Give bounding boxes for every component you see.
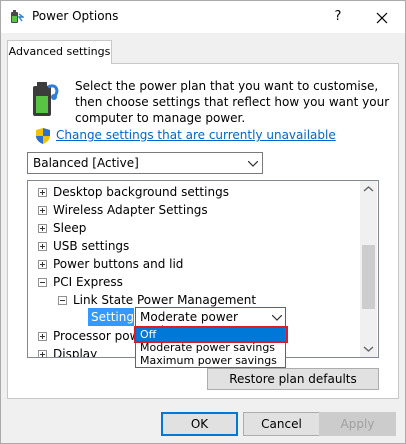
expand-icon[interactable] (38, 260, 47, 269)
change-settings-link[interactable]: Change settings that are currently unava… (56, 128, 336, 142)
battery-plan-icon (33, 82, 59, 116)
chevron-down-icon (248, 161, 258, 167)
tree-item-sleep[interactable]: Sleep (36, 219, 356, 237)
expand-icon[interactable] (38, 350, 47, 357)
expand-icon[interactable] (38, 188, 47, 197)
cancel-button[interactable]: Cancel (243, 412, 320, 436)
power-options-icon (11, 10, 24, 23)
power-plan-select[interactable]: Balanced [Active] (27, 152, 263, 174)
tree-item-pci-express[interactable]: PCI Express (36, 273, 356, 291)
close-icon[interactable] (370, 7, 394, 29)
annotation-highlight-box (134, 326, 288, 343)
restore-plan-defaults-button[interactable]: Restore plan defaults (207, 368, 379, 390)
expand-icon[interactable] (38, 242, 47, 251)
collapse-icon[interactable] (58, 296, 67, 305)
help-icon[interactable]: ? (328, 7, 348, 27)
tree-item-usb-settings[interactable]: USB settings (36, 237, 356, 255)
power-options-window: Power Options ? Advanced settings Select… (0, 0, 406, 444)
tab-advanced-settings[interactable]: Advanced settings (7, 40, 112, 64)
uac-shield-icon (36, 128, 50, 144)
tree-scrollbar[interactable] (360, 181, 377, 357)
expand-icon[interactable] (38, 206, 47, 215)
link-state-setting-select[interactable]: Moderate power savings (135, 307, 286, 338)
chevron-down-icon (272, 315, 282, 321)
ok-button[interactable]: OK (161, 412, 238, 436)
tree-item-desktop-background[interactable]: Desktop background settings (36, 183, 356, 201)
scrollbar-thumb[interactable] (362, 245, 375, 309)
collapse-icon[interactable] (38, 278, 47, 287)
tree-item-power-buttons[interactable]: Power buttons and lid (36, 255, 356, 273)
scroll-up-icon[interactable] (360, 181, 377, 198)
plan-description: Select the power plan that you want to c… (75, 79, 390, 125)
window-title: Power Options (32, 9, 119, 23)
title-bar: Power Options ? (1, 1, 405, 33)
apply-button[interactable]: Apply (319, 412, 396, 436)
expand-icon[interactable] (38, 332, 47, 341)
scroll-down-icon[interactable] (360, 340, 377, 357)
expand-icon[interactable] (38, 224, 47, 233)
power-plan-value: Balanced [Active] (33, 156, 139, 170)
setting-label: Setting: (88, 308, 138, 326)
option-maximum-power-savings[interactable]: Maximum power savings (136, 354, 285, 367)
tree-item-wireless-adapter[interactable]: Wireless Adapter Settings (36, 201, 356, 219)
